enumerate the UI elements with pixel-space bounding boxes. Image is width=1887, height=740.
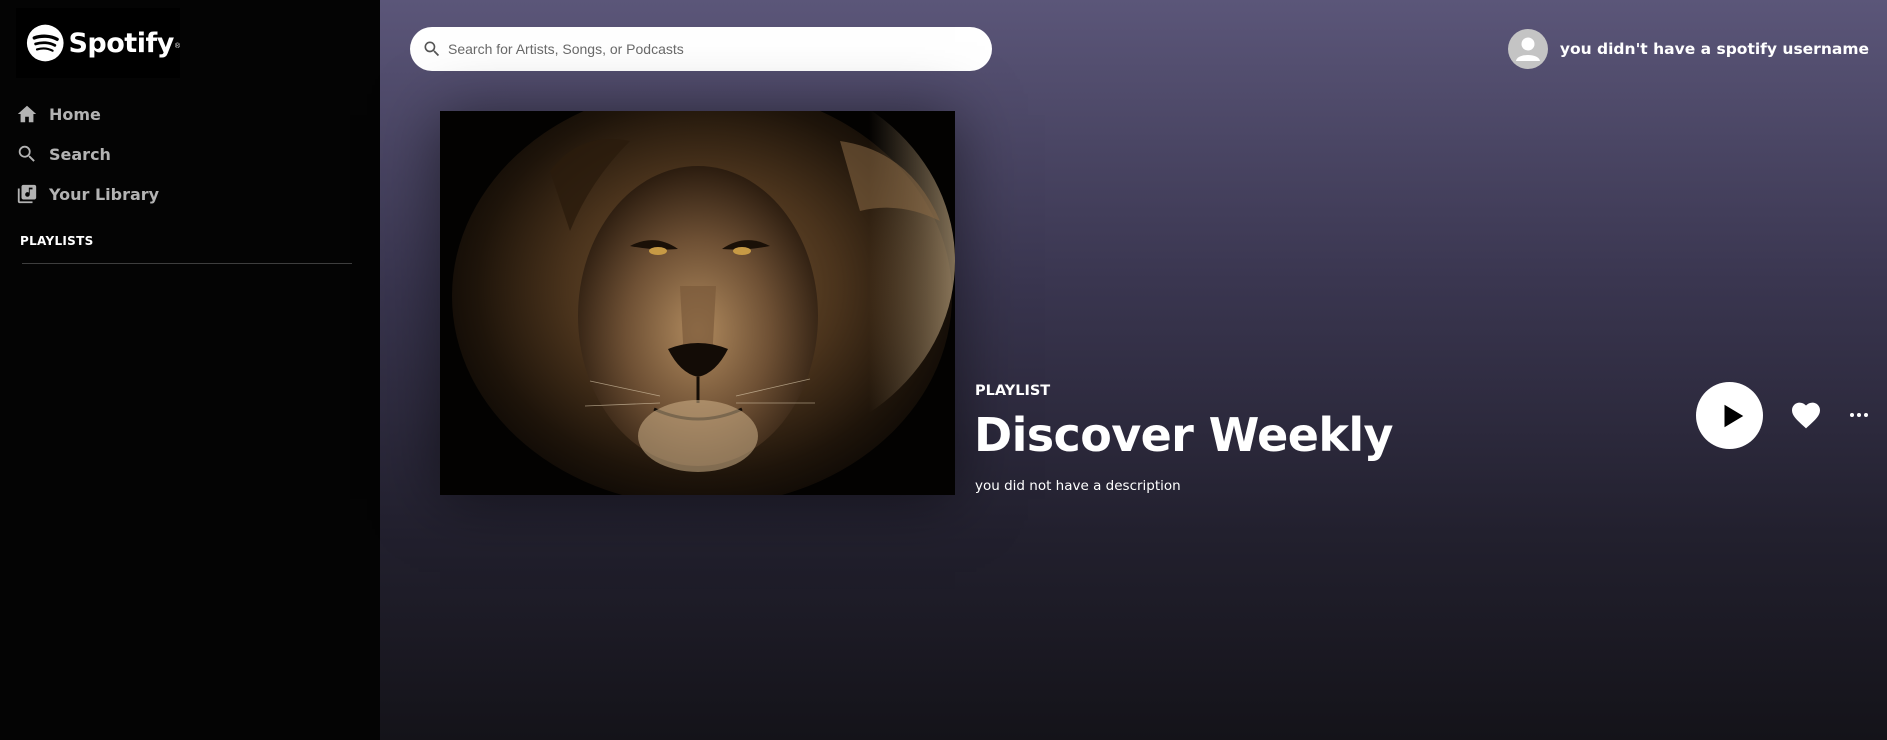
heart-icon[interactable]: [1790, 400, 1822, 430]
more-dot: [1864, 413, 1868, 417]
more-dot: [1857, 413, 1861, 417]
spotify-logo-icon: [26, 24, 64, 62]
search-icon: [18, 145, 35, 162]
home-icon: [17, 105, 37, 123]
library-icon: [17, 184, 37, 204]
sidebar: Spotify ® Home Search Your Library PLAYLI…: [0, 0, 380, 740]
more-dot: [1850, 413, 1854, 417]
search-bar[interactable]: [410, 27, 992, 71]
user-menu[interactable]: you didn't have a spotify username: [1507, 29, 1869, 69]
sidebar-item-label: Your Library: [49, 184, 160, 204]
search-input[interactable]: [448, 41, 968, 57]
username: you didn't have a spotify username: [1559, 40, 1869, 58]
user-icon: [1515, 37, 1540, 61]
lion-image: [440, 111, 955, 495]
search-icon: [424, 41, 440, 57]
sidebar-item-label: Search: [49, 144, 111, 164]
sidebar-nav: Home Search Your Library: [16, 94, 159, 214]
playlist-title: Discover Weekly: [974, 408, 1394, 462]
playlist-description: you did not have a description: [975, 478, 1181, 494]
playlist-cover-image: [440, 111, 955, 495]
sidebar-item-search[interactable]: Search: [16, 134, 159, 174]
more-options-button[interactable]: [1846, 404, 1872, 426]
playlists-heading: PLAYLISTS: [20, 234, 94, 248]
play-button[interactable]: [1696, 382, 1763, 449]
playlist-type-label: PLAYLIST: [975, 383, 1051, 399]
main-content: you didn't have a spotify username: [380, 0, 1887, 740]
sidebar-item-label: Home: [49, 104, 101, 124]
play-icon: [1724, 404, 1744, 427]
avatar[interactable]: [1507, 29, 1548, 69]
logo-text: Spotify: [68, 27, 174, 59]
sidebar-item-your-library[interactable]: Your Library: [16, 174, 159, 214]
sidebar-item-home[interactable]: Home: [16, 94, 159, 134]
sidebar-divider: [22, 263, 352, 264]
spotify-logo[interactable]: Spotify ®: [16, 8, 180, 78]
